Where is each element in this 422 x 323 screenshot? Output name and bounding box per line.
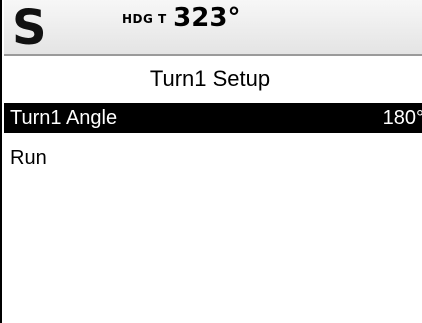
heading-label: HDG T — [122, 12, 167, 26]
heading-readout: HDG T 323° — [122, 4, 240, 32]
display-frame: S HDG T 323° Turn1 Setup Turn1 Angle 180… — [0, 0, 422, 323]
menu-item-value: 180° — [382, 107, 422, 129]
menu-item-turn1-angle[interactable]: Turn1 Angle 180° — [4, 103, 422, 133]
menu-item-label: Turn1 Angle — [10, 107, 118, 129]
heading-value: 323° — [173, 3, 241, 33]
brand-logo: S — [12, 0, 47, 56]
status-bar: S HDG T 323° — [4, 0, 422, 56]
menu-item-run[interactable]: Run — [4, 143, 422, 173]
page-title: Turn1 Setup — [149, 66, 271, 91]
menu-item-label: Run — [10, 147, 47, 169]
